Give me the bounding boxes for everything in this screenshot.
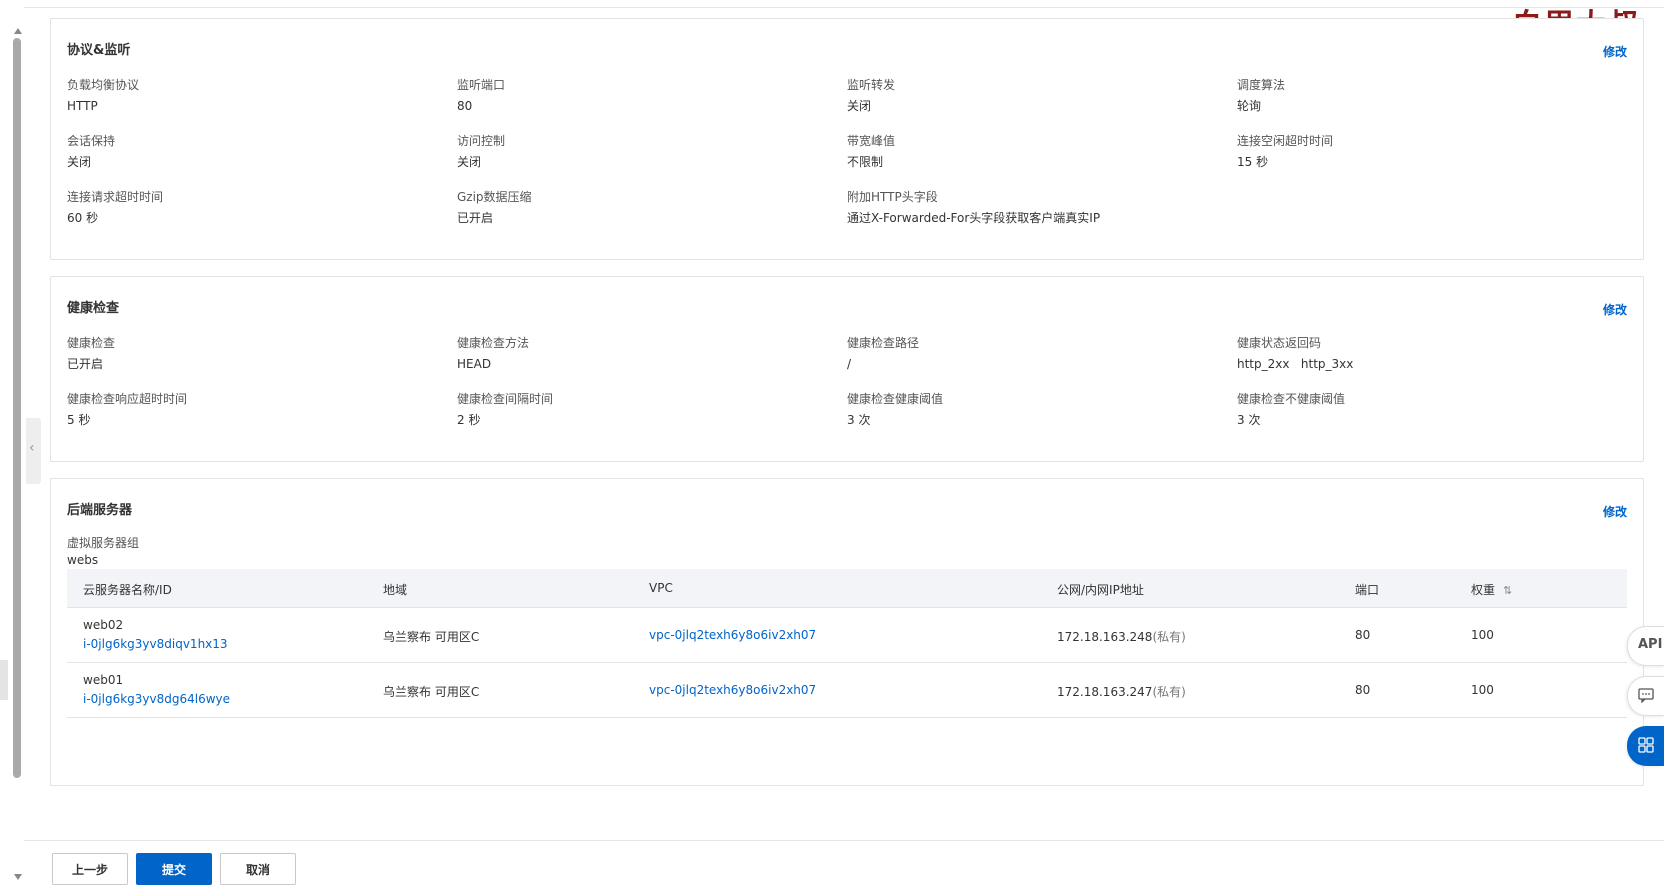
scroll-up-icon[interactable]: [14, 28, 22, 34]
scroll-down-icon[interactable]: [14, 874, 22, 880]
server-region: 乌兰察布 可用区C: [383, 685, 480, 699]
server-port: 80: [1355, 683, 1371, 697]
table-row: web01 i-0jlg6kg3yv8dg64l6wye 乌兰察布 可用区C v…: [67, 663, 1627, 718]
apps-tool-button[interactable]: [1627, 726, 1664, 766]
vertical-scrollbar[interactable]: [12, 28, 22, 880]
field-health-check: 健康检查 已开启: [67, 336, 116, 371]
chat-tool-button[interactable]: [1627, 676, 1664, 716]
server-id-link[interactable]: i-0jlg6kg3yv8dg64l6wye: [83, 692, 230, 706]
server-name: web02: [83, 618, 124, 632]
sort-icon[interactable]: ⇅: [1503, 584, 1512, 597]
edit-health-link[interactable]: 修改: [1603, 301, 1627, 318]
field-health-method: 健康检查方法 HEAD: [457, 336, 530, 371]
footer-divider: [24, 840, 1664, 841]
chat-icon: [1638, 687, 1654, 707]
protocol-panel: 协议&监听 修改 负载均衡协议 HTTP 监听端口 80 监听转发 关闭 调度算法 轮询…: [50, 18, 1644, 260]
panel-title: 协议&监听: [67, 43, 131, 58]
table-header: 云服务器名称/ID 地域 VPC 公网/内网IP地址 端口 权重 ⇅: [67, 569, 1627, 608]
field-http-header: 附加HTTP头字段 通过X-Forwarded-For头字段获取客户端真实IP: [847, 190, 1101, 225]
vpc-link[interactable]: vpc-0jlq2texh6y8o6iv2xh07: [649, 683, 816, 697]
chevron-left-icon: ‹: [29, 440, 35, 456]
left-edge-marker: [0, 660, 8, 700]
col-vpc: VPC: [649, 581, 673, 595]
api-tool-button[interactable]: API: [1627, 626, 1664, 666]
panel-title: 健康检查: [67, 301, 120, 316]
field-health-timeout: 健康检查响应超时时间 5 秒: [67, 392, 188, 427]
panel-title: 后端服务器: [67, 503, 133, 518]
col-name: 云服务器名称/ID: [83, 583, 172, 597]
field-healthy-threshold: 健康检查健康阈值 3 次: [847, 392, 944, 427]
edit-backend-link[interactable]: 修改: [1603, 503, 1627, 520]
field-bandwidth: 带宽峰值 不限制: [847, 134, 896, 169]
field-session: 会话保持 关闭: [67, 134, 116, 169]
api-icon: API: [1638, 637, 1663, 652]
server-ip: 172.18.163.248(私有): [1057, 630, 1186, 644]
grid-icon: [1638, 737, 1654, 757]
col-port: 端口: [1355, 583, 1380, 597]
field-scheduler: 调度算法 轮询: [1237, 78, 1286, 113]
server-weight: 100: [1471, 628, 1494, 642]
field-health-interval: 健康检查间隔时间 2 秒: [457, 392, 554, 427]
field-listen-port: 监听端口 80: [457, 78, 506, 113]
field-server-group: 虚拟服务器组 webs: [67, 536, 140, 567]
server-weight: 100: [1471, 683, 1494, 697]
field-acl: 访问控制 关闭: [457, 134, 506, 169]
top-divider: [24, 7, 1664, 8]
server-ip: 172.18.163.247(私有): [1057, 685, 1186, 699]
health-panel: 健康检查 修改 健康检查 已开启 健康检查方法 HEAD 健康检查路径 / 健康状态返…: [50, 276, 1644, 462]
backend-panel: 后端服务器 修改 虚拟服务器组 webs 云服务器名称/ID 地域 VPC 公网/…: [50, 478, 1644, 786]
field-gzip: Gzip数据压缩 已开启: [457, 190, 532, 225]
server-port: 80: [1355, 628, 1371, 642]
server-region: 乌兰察布 可用区C: [383, 630, 480, 644]
scroll-thumb[interactable]: [13, 38, 21, 778]
col-weight[interactable]: 权重 ⇅: [1471, 581, 1512, 598]
field-health-path: 健康检查路径 /: [847, 336, 920, 371]
server-id-link[interactable]: i-0jlg6kg3yv8diqv1hx13: [83, 637, 228, 651]
sidebar-collapse-toggle[interactable]: ‹: [26, 418, 41, 484]
submit-button[interactable]: 提交: [136, 853, 212, 885]
field-request-timeout: 连接请求超时时间 60 秒: [67, 190, 164, 225]
col-region: 地域: [383, 583, 408, 597]
field-protocol: 负载均衡协议 HTTP: [67, 78, 140, 113]
table-row: web02 i-0jlg6kg3yv8diqv1hx13 乌兰察布 可用区C v…: [67, 608, 1627, 663]
cancel-button[interactable]: 取消: [220, 853, 296, 885]
field-idle-timeout: 连接空闲超时时间 15 秒: [1237, 134, 1334, 169]
col-ip: 公网/内网IP地址: [1057, 583, 1144, 597]
server-name: web01: [83, 673, 124, 687]
field-unhealthy-threshold: 健康检查不健康阈值 3 次: [1237, 392, 1346, 427]
edit-protocol-link[interactable]: 修改: [1603, 43, 1627, 60]
field-listen-forward: 监听转发 关闭: [847, 78, 896, 113]
vpc-link[interactable]: vpc-0jlq2texh6y8o6iv2xh07: [649, 628, 816, 642]
field-health-codes: 健康状态返回码 http_2xx http_3xx: [1237, 336, 1354, 371]
prev-step-button[interactable]: 上一步: [52, 853, 128, 885]
